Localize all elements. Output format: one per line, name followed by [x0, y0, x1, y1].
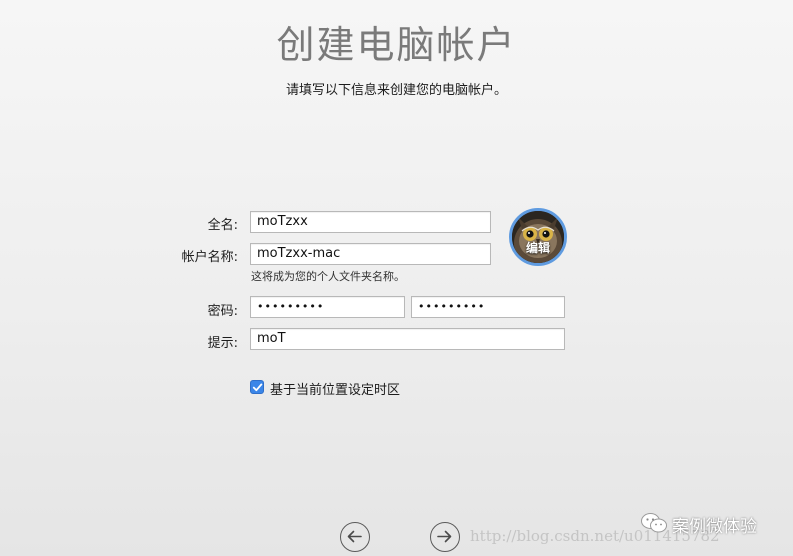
full-name-field[interactable]: moTzxx — [250, 211, 491, 233]
avatar-edit-label: 编辑 — [525, 241, 550, 255]
continue-button[interactable] — [430, 522, 460, 552]
timezone-checkbox-label[interactable]: 基于当前位置设定时区 — [270, 379, 400, 398]
back-button[interactable] — [340, 522, 370, 552]
account-name-label: 帐户名称: — [181, 250, 238, 265]
verify-password-field[interactable]: ••••••••• — [411, 296, 565, 318]
full-name-label: 全名: — [207, 218, 238, 233]
page-subtitle: 请填写以下信息来创建您的电脑帐户。 — [285, 83, 507, 98]
timezone-checkbox[interactable] — [250, 380, 264, 394]
hint-field[interactable]: moT — [250, 328, 565, 350]
password-field[interactable]: ••••••••• — [250, 296, 405, 318]
checkmark-icon — [252, 383, 263, 392]
hint-label: 提示: — [207, 336, 238, 351]
page-title: 创建电脑帐户 — [276, 23, 517, 67]
avatar-picture-button[interactable]: 编辑 — [509, 208, 567, 266]
arrow-right-icon — [437, 530, 452, 543]
arrow-left-icon — [347, 530, 362, 543]
wechat-icon — [641, 513, 667, 533]
account-name-helper: 这将成为您的个人文件夹名称。 — [251, 270, 405, 283]
account-name-field[interactable]: moTzxx-mac — [250, 243, 491, 265]
wechat-brand-text: 案例微体验 — [672, 517, 757, 537]
password-label: 密码: — [207, 304, 238, 319]
